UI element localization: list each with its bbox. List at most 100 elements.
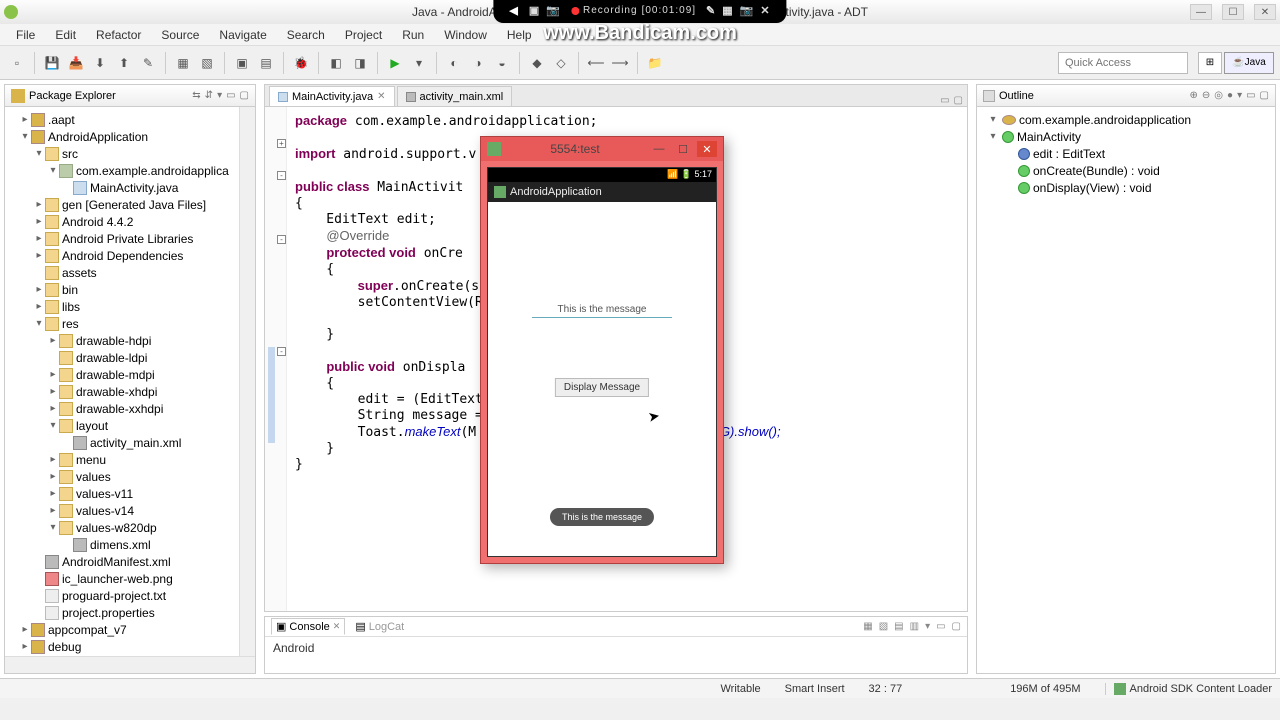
tool-icon[interactable]: ⟵ xyxy=(585,52,607,74)
tree-item[interactable]: ▸appcompat_v7 xyxy=(5,621,255,638)
menu-search[interactable]: Search xyxy=(277,26,335,44)
tree-item[interactable]: ▸menu xyxy=(5,451,255,468)
tree-item[interactable]: ▸values-v11 xyxy=(5,485,255,502)
maximize-button[interactable]: ☐ xyxy=(1222,4,1244,20)
console-action-icon[interactable]: ▧ xyxy=(879,621,888,632)
tree-item[interactable]: ▾res xyxy=(5,315,255,332)
tree-item[interactable]: ▸Android 4.4.2 xyxy=(5,213,255,230)
link-editor-icon[interactable]: ⇵ xyxy=(205,90,213,101)
tool-icon[interactable]: ◒ xyxy=(491,52,513,74)
outline-action-icon[interactable]: ⊕ xyxy=(1190,90,1198,101)
save-all-button[interactable]: 📥 xyxy=(65,52,87,74)
tool-icon[interactable]: ◇ xyxy=(550,52,572,74)
tree-item[interactable]: ▸drawable-xxhdpi xyxy=(5,400,255,417)
tree-item[interactable]: ▸libs xyxy=(5,298,255,315)
tool-icon[interactable]: ▦ xyxy=(172,52,194,74)
tree-item[interactable]: ▸gen [Generated Java Files] xyxy=(5,196,255,213)
java-perspective-button[interactable]: ☕ Java xyxy=(1224,52,1274,74)
tree-item[interactable]: ▾com.example.androidapplica xyxy=(5,162,255,179)
tab-activity-main-xml[interactable]: activity_main.xml xyxy=(397,86,513,106)
tree-item[interactable]: ic_launcher-web.png xyxy=(5,570,255,587)
menu-edit[interactable]: Edit xyxy=(45,26,86,44)
tool-icon[interactable]: ▧ xyxy=(196,52,218,74)
maximize-editor-icon[interactable]: ▢ xyxy=(954,95,963,106)
tree-item[interactable]: ▸Android Private Libraries xyxy=(5,230,255,247)
run-dropdown[interactable]: ▾ xyxy=(408,52,430,74)
tree-item[interactable]: project.properties xyxy=(5,604,255,621)
minimize-editor-icon[interactable]: ▭ xyxy=(940,95,949,106)
outline-item[interactable]: edit : EditText xyxy=(983,145,1269,162)
outline-item[interactable]: ▾com.example.androidapplication xyxy=(983,111,1269,128)
scrollbar-vertical[interactable] xyxy=(239,107,255,656)
outline-action-icon[interactable]: ◎ xyxy=(1214,90,1223,101)
console-action-icon[interactable]: ▦ xyxy=(863,621,872,632)
outline-item[interactable]: onDisplay(View) : void xyxy=(983,179,1269,196)
emulator-maximize-button[interactable]: ☐ xyxy=(673,141,693,157)
tree-item[interactable]: ▸drawable-hdpi xyxy=(5,332,255,349)
save-button[interactable]: 💾 xyxy=(41,52,63,74)
outline-item[interactable]: ▾MainActivity xyxy=(983,128,1269,145)
outline-action-icon[interactable]: ▾ xyxy=(1237,90,1242,101)
tree-item[interactable]: ▾values-w820dp xyxy=(5,519,255,536)
tool-icon[interactable]: ▤ xyxy=(255,52,277,74)
tool-icon[interactable]: ◆ xyxy=(526,52,548,74)
tree-item[interactable]: activity_main.xml xyxy=(5,434,255,451)
emulator-window[interactable]: 5554:test — ☐ ✕ 📶 🔋 5:17 AndroidApplicat… xyxy=(480,136,724,564)
tool-icon[interactable]: ⬆ xyxy=(113,52,135,74)
message-input[interactable]: This is the message xyxy=(532,302,672,318)
tree-item[interactable]: ▸debug xyxy=(5,638,255,655)
outline-action-icon[interactable]: ⊖ xyxy=(1202,90,1210,101)
tree-item[interactable]: MainActivity.java xyxy=(5,179,255,196)
open-perspective-button[interactable]: ⊞ xyxy=(1198,52,1222,74)
logcat-tab[interactable]: ▤ LogCat xyxy=(351,619,408,634)
tool-icon[interactable]: ◨ xyxy=(349,52,371,74)
close-window-button[interactable]: ✕ xyxy=(1254,4,1276,20)
console-action-icon[interactable]: ▾ xyxy=(925,621,930,632)
package-tree[interactable]: ▸.aapt▾AndroidApplication▾src▾com.exampl… xyxy=(5,107,255,673)
console-action-icon[interactable]: ▥ xyxy=(910,621,919,632)
maximize-view-icon[interactable]: ▢ xyxy=(240,90,249,101)
tree-item[interactable]: dimens.xml xyxy=(5,536,255,553)
menu-file[interactable]: File xyxy=(6,26,45,44)
minimize-button[interactable]: — xyxy=(1190,4,1212,20)
outline-action-icon[interactable]: ● xyxy=(1227,90,1233,101)
menu-source[interactable]: Source xyxy=(151,26,209,44)
run-button[interactable]: ▶ xyxy=(384,52,406,74)
tree-item[interactable]: ▸.aapt xyxy=(5,111,255,128)
tree-item[interactable]: ▸values xyxy=(5,468,255,485)
menu-refactor[interactable]: Refactor xyxy=(86,26,151,44)
close-tab-icon[interactable]: ✕ xyxy=(377,91,385,102)
outline-tree[interactable]: ▾com.example.androidapplication▾MainActi… xyxy=(977,107,1275,673)
menu-help[interactable]: Help xyxy=(497,26,542,44)
tool-icon[interactable]: ◧ xyxy=(325,52,347,74)
tool-icon[interactable]: ▣ xyxy=(231,52,253,74)
tree-item[interactable]: ▾layout xyxy=(5,417,255,434)
tree-item[interactable]: ▾AndroidApplication xyxy=(5,128,255,145)
tool-icon[interactable]: 📁 xyxy=(644,52,666,74)
tool-icon[interactable]: ✎ xyxy=(137,52,159,74)
tree-item[interactable]: AndroidManifest.xml xyxy=(5,553,255,570)
maximize-outline-icon[interactable]: ▢ xyxy=(1260,90,1269,101)
tool-icon[interactable]: ◑ xyxy=(467,52,489,74)
emulator-titlebar[interactable]: 5554:test — ☐ ✕ xyxy=(481,137,723,161)
tree-item[interactable]: ▸values-v14 xyxy=(5,502,255,519)
tree-item[interactable]: ▸drawable-mdpi xyxy=(5,366,255,383)
tool-icon[interactable]: ⬇ xyxy=(89,52,111,74)
tree-item[interactable]: ▸Android Dependencies xyxy=(5,247,255,264)
tree-item[interactable]: ▸bin xyxy=(5,281,255,298)
menu-run[interactable]: Run xyxy=(392,26,434,44)
tool-icon[interactable]: ⟶ xyxy=(609,52,631,74)
minimize-outline-icon[interactable]: ▭ xyxy=(1246,90,1255,101)
menu-navigate[interactable]: Navigate xyxy=(209,26,276,44)
tree-item[interactable]: assets xyxy=(5,264,255,281)
new-button[interactable]: ▫ xyxy=(6,52,28,74)
menu-project[interactable]: Project xyxy=(335,26,392,44)
scrollbar-horizontal[interactable] xyxy=(5,656,255,673)
quick-access-input[interactable] xyxy=(1058,52,1188,74)
debug-button[interactable]: 🐞 xyxy=(290,52,312,74)
tree-item[interactable]: ▸drawable-xhdpi xyxy=(5,383,255,400)
outline-item[interactable]: onCreate(Bundle) : void xyxy=(983,162,1269,179)
tree-item[interactable]: ▾src xyxy=(5,145,255,162)
menu-window[interactable]: Window xyxy=(434,26,497,44)
console-tab[interactable]: ▣ Console ✕ xyxy=(271,618,345,635)
